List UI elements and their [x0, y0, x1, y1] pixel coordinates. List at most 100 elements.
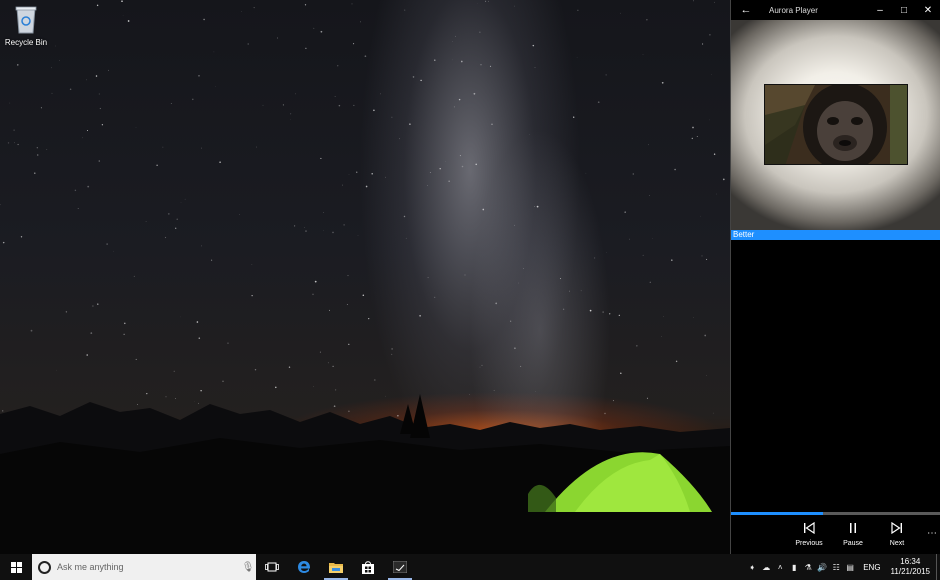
show-hidden-icons-icon[interactable]: ˄	[773, 563, 787, 572]
action-center-icon[interactable]: ▤	[843, 563, 857, 572]
star	[348, 343, 350, 345]
taskbar: Ask me anything 🎙 ➧ ☁ ˄ ▮ ⚗ 🔊 ☷ ▤ ENG 16…	[0, 554, 940, 580]
star	[439, 167, 441, 170]
video-area[interactable]	[731, 20, 940, 230]
star	[0, 204, 1, 206]
star	[642, 254, 644, 256]
previous-button[interactable]: Previous	[789, 521, 829, 547]
progress-bar[interactable]	[731, 512, 940, 515]
star	[648, 144, 649, 146]
star	[495, 302, 498, 305]
desktop-icon-recycle-bin[interactable]: Recycle Bin	[4, 4, 48, 47]
battery-icon[interactable]: ▮	[787, 563, 801, 572]
progress-bar-fill	[731, 512, 824, 515]
clock-date: 11/21/2015	[890, 567, 930, 576]
star	[380, 93, 381, 95]
close-button[interactable]: ✕	[916, 5, 940, 16]
star	[82, 137, 83, 139]
star	[305, 47, 307, 49]
star	[661, 336, 662, 337]
star	[624, 211, 626, 213]
star	[562, 308, 565, 310]
network-icon[interactable]: ☷	[829, 563, 843, 572]
star	[203, 18, 205, 21]
store-icon	[362, 560, 374, 574]
star	[412, 76, 415, 78]
star	[559, 278, 562, 280]
star	[597, 101, 600, 104]
next-button[interactable]: Next	[877, 521, 917, 547]
mountain-silhouette	[0, 394, 730, 554]
star	[343, 224, 345, 226]
windows-logo-icon	[10, 561, 22, 573]
file-explorer-button[interactable]	[320, 554, 352, 580]
star	[409, 123, 411, 125]
star	[320, 30, 323, 33]
maximize-button[interactable]: □	[892, 5, 916, 16]
volume-icon[interactable]: 🔊	[815, 563, 829, 572]
star	[227, 342, 229, 344]
star	[347, 275, 349, 277]
aurora-player-icon	[393, 561, 407, 573]
star	[479, 31, 481, 33]
clock[interactable]: 16:34 11/21/2015	[887, 557, 934, 577]
star	[170, 103, 172, 104]
star	[675, 360, 678, 363]
star	[520, 365, 522, 367]
star	[461, 165, 464, 168]
edge-button[interactable]	[288, 554, 320, 580]
star	[482, 208, 485, 211]
star	[434, 296, 436, 299]
gorilla-image	[765, 85, 907, 164]
minimize-button[interactable]: –	[868, 5, 892, 16]
pause-icon	[833, 522, 873, 536]
skip-next-icon	[877, 521, 917, 536]
tray-app-icon[interactable]: ➧	[745, 563, 759, 572]
microphone-icon[interactable]: 🎙	[240, 562, 256, 573]
star	[493, 389, 495, 391]
back-button[interactable]: ←	[731, 4, 761, 16]
task-view-icon	[265, 562, 279, 572]
star	[398, 138, 400, 140]
star	[577, 9, 579, 11]
usb-icon[interactable]: ⚗	[801, 563, 815, 572]
star	[289, 113, 292, 115]
cortana-search-box[interactable]: Ask me anything 🎙	[32, 554, 256, 580]
star	[434, 59, 436, 61]
star	[481, 364, 483, 366]
star	[368, 317, 370, 320]
star	[706, 258, 708, 260]
star	[691, 137, 693, 140]
show-desktop-button[interactable]	[936, 554, 940, 580]
star	[319, 351, 321, 353]
star	[251, 295, 253, 297]
star	[256, 146, 257, 148]
star	[569, 290, 570, 292]
star	[222, 380, 224, 382]
playlist-item[interactable]: Better	[731, 230, 940, 240]
playback-controls: Previous Pause Next ⋯	[731, 520, 940, 554]
star	[480, 64, 482, 66]
task-view-button[interactable]	[256, 554, 288, 580]
start-button[interactable]	[0, 554, 32, 580]
more-options-button[interactable]: ⋯	[927, 528, 937, 539]
star	[646, 19, 648, 21]
star	[198, 337, 201, 339]
star	[121, 0, 123, 2]
star	[573, 116, 575, 118]
star	[704, 334, 707, 337]
star	[706, 374, 708, 376]
window-title: Aurora Player	[769, 5, 818, 15]
star	[473, 92, 476, 95]
language-indicator[interactable]: ENG	[857, 563, 886, 572]
store-button[interactable]	[352, 554, 384, 580]
star	[714, 1, 715, 3]
star	[722, 178, 725, 181]
aurora-player-taskbar-button[interactable]	[384, 554, 416, 580]
onedrive-icon[interactable]: ☁	[759, 563, 773, 572]
pause-button[interactable]: Pause	[833, 522, 873, 547]
star	[180, 202, 182, 204]
star	[37, 154, 39, 156]
star	[97, 303, 99, 305]
star	[709, 119, 711, 121]
